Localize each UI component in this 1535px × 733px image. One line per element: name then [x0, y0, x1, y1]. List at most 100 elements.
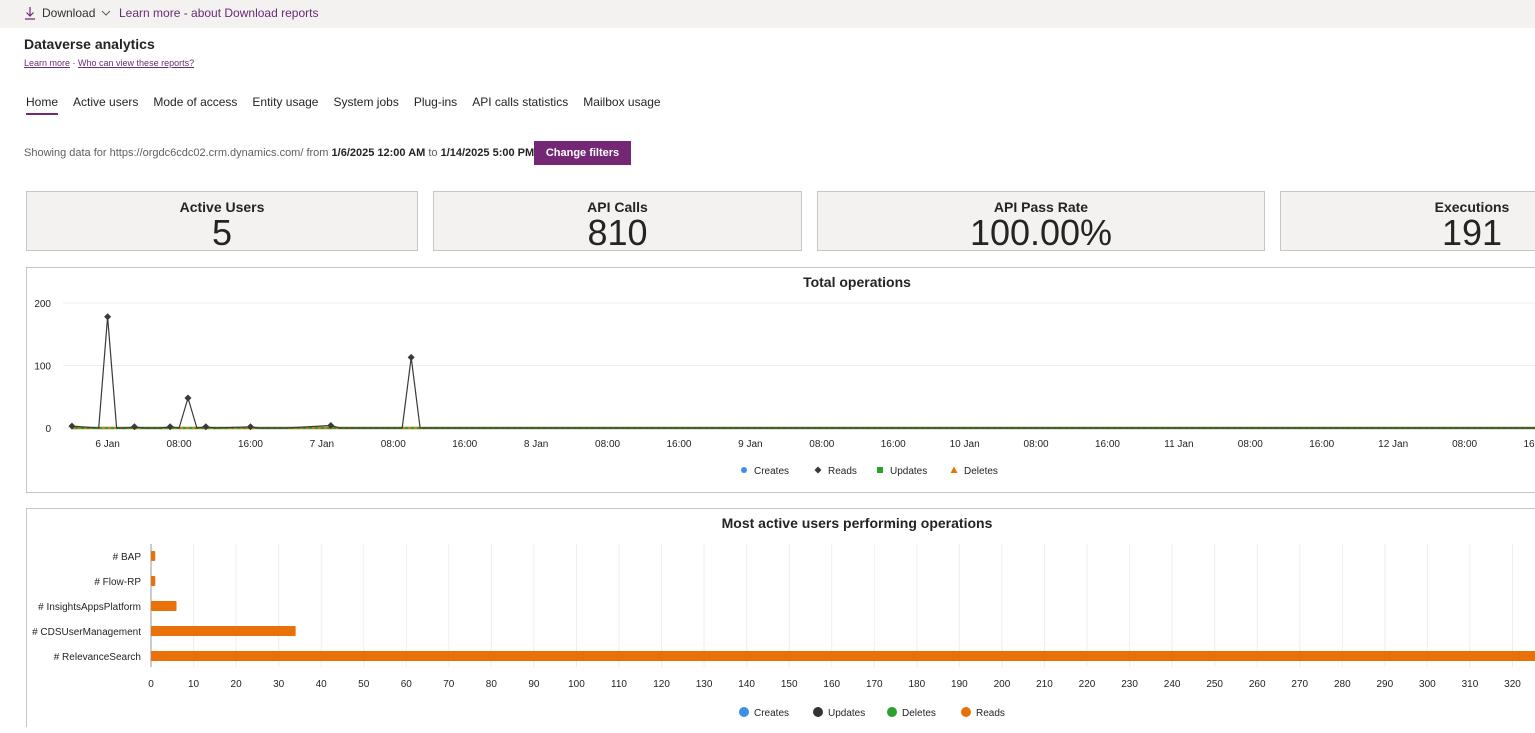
x-tick-label: 170	[866, 679, 883, 690]
x-tick-label: 08:00	[167, 439, 192, 450]
x-tick-label: 16:00	[881, 439, 906, 450]
tab-active-users[interactable]: Active users	[73, 95, 138, 115]
x-tick-label: 08:00	[595, 439, 620, 450]
tab-system-jobs[interactable]: System jobs	[333, 95, 398, 115]
x-tick-label: 16:00	[238, 439, 263, 450]
x-tick-label: 8 Jan	[524, 439, 548, 450]
x-tick-label: 60	[401, 679, 413, 690]
x-tick-label: 280	[1334, 679, 1351, 690]
x-tick-label: 160	[823, 679, 840, 690]
legend-label-reads: Reads	[976, 708, 1005, 719]
chart-title: Total operations	[803, 274, 911, 290]
filter-prefix: Showing data for https://orgdc6cdc02.crm…	[24, 147, 332, 159]
x-tick-label: 70	[443, 679, 455, 690]
category-label: # CDSUserManagement	[32, 627, 141, 638]
x-tick-label: 180	[908, 679, 925, 690]
x-tick-label: 16:00	[1095, 439, 1120, 450]
x-tick-label: 240	[1164, 679, 1181, 690]
x-tick-label: 80	[486, 679, 498, 690]
x-tick-label: 16:00	[452, 439, 477, 450]
learn-more-link[interactable]: Learn more	[24, 58, 70, 68]
legend-label-updates: Updates	[890, 466, 927, 477]
chart-title: Most active users performing operations	[722, 515, 993, 531]
x-tick-label: 9 Jan	[738, 439, 762, 450]
x-tick-label: 260	[1249, 679, 1266, 690]
report-tabs: Home Active users Mode of access Entity …	[26, 95, 676, 115]
legend-marker-deletes	[950, 466, 958, 473]
x-tick-label: 08:00	[381, 439, 406, 450]
kpi-value: 810	[587, 212, 648, 251]
kpi-value: 191	[1441, 212, 1503, 251]
x-tick-label: 40	[316, 679, 328, 690]
legend-marker-updates	[877, 467, 883, 473]
reads-bar	[151, 551, 156, 561]
learn-more-download-link[interactable]: Learn more - about Download reports	[119, 6, 318, 20]
tab-plug-ins[interactable]: Plug-ins	[414, 95, 457, 115]
kpi-active-users: Active Users 5	[26, 191, 418, 251]
reads-data-point	[104, 313, 112, 321]
download-label: Download	[42, 6, 96, 20]
x-tick-label: 250	[1206, 679, 1223, 690]
x-tick-label: 11 Jan	[1164, 439, 1193, 450]
chevron-down-icon	[102, 10, 111, 16]
x-tick-label: 140	[738, 679, 755, 690]
x-tick-label: 150	[781, 679, 798, 690]
kpi-api-calls: API Calls 810	[433, 191, 802, 251]
legend-marker-creates	[741, 467, 747, 473]
y-tick-label: 200	[34, 299, 51, 310]
x-tick-label: 290	[1377, 679, 1394, 690]
legend-marker-updates	[813, 707, 823, 717]
legend-label-creates: Creates	[754, 466, 789, 477]
legend-marker-creates	[739, 707, 749, 717]
filter-from: 1/6/2025 12:00 AM	[331, 147, 426, 159]
reads-bar	[151, 626, 296, 636]
x-tick-label: 100	[568, 679, 585, 690]
most-active-users-panel: Most active users performing operations 0…	[26, 508, 1535, 727]
x-tick-label: 16:00	[666, 439, 691, 450]
category-label: # InsightsAppsPlatform	[38, 602, 141, 613]
total-operations-chart: Total operations 0 100 200 6 Jan 08:00 16:00 7 …	[34, 274, 1535, 477]
x-tick-label: 08:00	[809, 439, 834, 450]
reads-bar	[151, 576, 156, 586]
x-tick-label: 20	[231, 679, 243, 690]
legend-marker-reads	[814, 466, 822, 474]
download-menu[interactable]: Download	[24, 6, 111, 20]
tab-home[interactable]: Home	[26, 95, 59, 115]
y-tick-label: 0	[45, 424, 51, 435]
total-operations-panel: Total operations 0 100 200 6 Jan 08:00 16:00 7 …	[26, 267, 1535, 493]
x-tick-label: 300	[1419, 679, 1436, 690]
legend-marker-deletes	[887, 707, 897, 717]
x-tick-label: 08:00	[1024, 439, 1049, 450]
x-tick-label: 08:00	[1452, 439, 1477, 450]
x-tick-label: 110	[611, 679, 627, 690]
y-tick-label: 100	[34, 362, 51, 373]
x-tick-label: 120	[653, 679, 670, 690]
kpi-value: 5	[211, 212, 233, 251]
most-active-users-chart: Most active users performing operations 0…	[32, 515, 1535, 719]
change-filters-button[interactable]: Change filters	[534, 141, 631, 165]
x-tick-label: 16:00	[1523, 439, 1535, 450]
x-tick-label: 12 Jan	[1378, 439, 1408, 450]
tab-api-calls-statistics[interactable]: API calls statistics	[472, 95, 568, 115]
filter-to-word: to	[425, 147, 441, 159]
x-tick-label: 190	[951, 679, 968, 690]
legend-label-creates: Creates	[754, 708, 789, 719]
reads-data-point	[407, 353, 415, 361]
x-tick-label: 08:00	[1238, 439, 1263, 450]
category-label: # BAP	[113, 552, 142, 563]
x-tick-label: 320	[1504, 679, 1521, 690]
x-tick-label: 130	[696, 679, 713, 690]
tab-mailbox-usage[interactable]: Mailbox usage	[583, 95, 660, 115]
tab-mode-of-access[interactable]: Mode of access	[153, 95, 237, 115]
tab-entity-usage[interactable]: Entity usage	[252, 95, 318, 115]
reads-bar	[151, 651, 1535, 661]
who-can-view-link[interactable]: Who can view these reports?	[78, 58, 194, 68]
filter-to: 1/14/2025 5:00 PM	[440, 147, 535, 159]
x-tick-label: 10 Jan	[950, 439, 980, 450]
filter-summary: Showing data for https://orgdc6cdc02.crm…	[24, 147, 534, 159]
x-tick-label: 310	[1462, 679, 1479, 690]
kpi-api-pass-rate: API Pass Rate 100.00%	[817, 191, 1265, 251]
legend-label-reads: Reads	[828, 466, 857, 477]
x-tick-label: 210	[1036, 679, 1053, 690]
legend-label-updates: Updates	[828, 708, 865, 719]
